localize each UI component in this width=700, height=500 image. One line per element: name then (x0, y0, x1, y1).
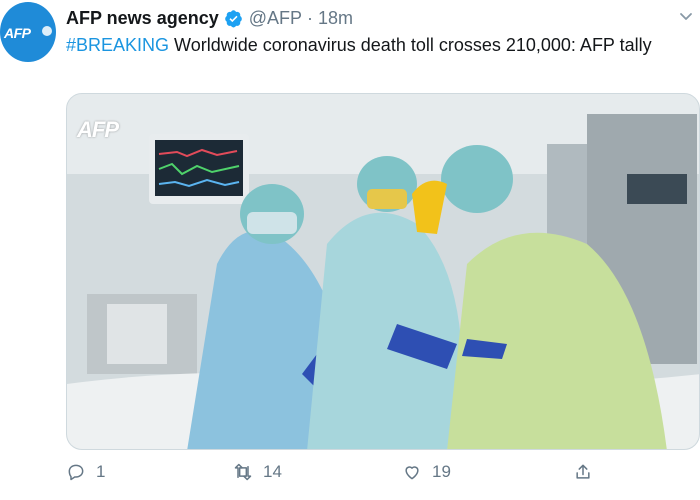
handle[interactable]: @AFP (249, 8, 302, 29)
retweet-count: 14 (263, 462, 282, 481)
reply-count: 1 (96, 462, 106, 481)
timestamp[interactable]: 18m (318, 8, 353, 29)
verified-badge-icon (224, 9, 242, 27)
avatar-logo-globe-icon (42, 26, 52, 36)
tweet-body: Worldwide coronavirus death toll crosses… (169, 35, 652, 55)
header-separator: · (307, 7, 314, 28)
tweet-photo[interactable]: AFP (66, 93, 700, 450)
hashtag-link[interactable]: #BREAKING (66, 35, 169, 55)
heart-icon (405, 466, 419, 480)
retweet-action[interactable]: 14 (233, 462, 282, 482)
afp-watermark: AFP (77, 117, 119, 142)
tweet-text: #BREAKING Worldwide coronavirus death to… (66, 33, 686, 57)
icu-scene-illustration (67, 94, 699, 449)
like-action[interactable]: 19 (402, 462, 451, 482)
tweet-header: AFP news agency @AFP · 18m (66, 6, 353, 30)
retweet-icon (234, 463, 252, 481)
reply-icon (68, 464, 84, 481)
like-count: 19 (432, 462, 451, 481)
tweet-actions: 1 14 19 (66, 462, 686, 488)
share-action[interactable] (573, 462, 593, 482)
reply-action[interactable]: 1 (66, 462, 105, 482)
avatar[interactable]: AFP (0, 2, 56, 62)
share-icon (576, 464, 590, 479)
avatar-logo-text: AFP (4, 25, 31, 41)
display-name[interactable]: AFP news agency (66, 8, 219, 29)
chevron-down-icon[interactable] (678, 8, 694, 24)
